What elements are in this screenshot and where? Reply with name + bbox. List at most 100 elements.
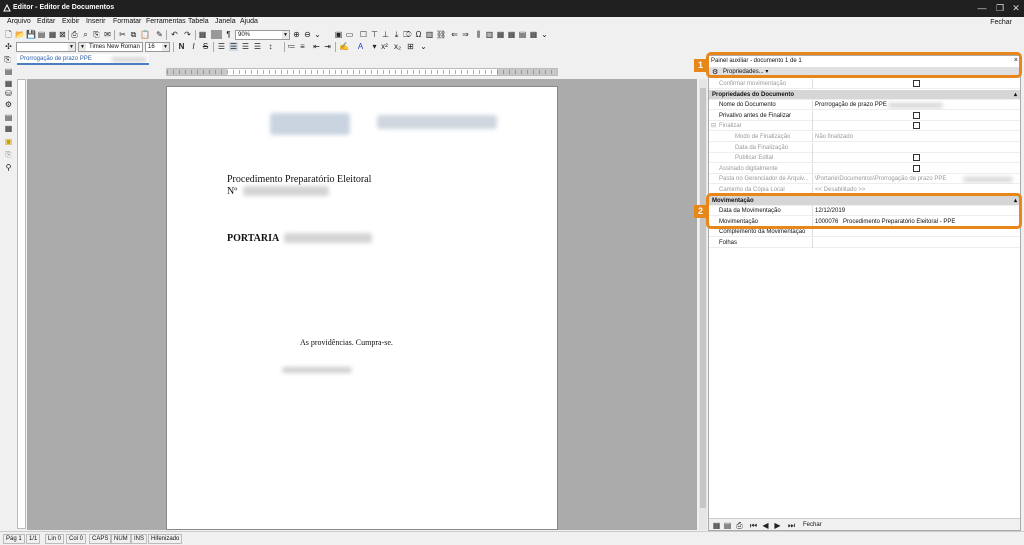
font-name-select[interactable]: ▼ Times New Roman <box>78 42 143 52</box>
menu-formatar[interactable]: Formatar <box>113 18 141 25</box>
doc-tool-icon[interactable]: ▤ <box>4 67 13 76</box>
frame-icon[interactable]: ☐ <box>359 30 368 39</box>
footer-icon[interactable]: ⊥ <box>381 30 390 39</box>
last-page-icon[interactable]: ⏭ <box>787 521 796 530</box>
document-page[interactable]: Procedimento Preparatório Eleitoral Nº P… <box>166 86 558 530</box>
color-box-icon[interactable] <box>211 30 222 39</box>
close-doc-icon[interactable]: ⊠ <box>58 30 67 39</box>
send-icon[interactable]: ✉ <box>103 30 112 39</box>
bold-button[interactable]: N <box>177 42 186 51</box>
table-icon[interactable]: ▦ <box>198 30 207 39</box>
print-preview-icon[interactable]: ⌕ <box>81 30 90 39</box>
border-icon[interactable]: ⊞ <box>406 42 415 51</box>
list-icon[interactable]: ▤ <box>723 521 732 530</box>
section-toggle-icon[interactable]: ▴ <box>1014 90 1017 100</box>
fechar-link[interactable]: Fechar <box>990 19 1012 26</box>
merge-icon[interactable]: ▥ <box>485 30 494 39</box>
save-all-icon[interactable]: ▤ <box>37 30 46 39</box>
property-value[interactable]: Não finalizado <box>812 132 1018 142</box>
properties-icon[interactable]: ▦ <box>48 30 57 39</box>
style-select[interactable]: ▼ <box>16 42 76 52</box>
format-painter-icon[interactable]: ✎ <box>155 30 164 39</box>
new-document-icon[interactable]: 🗋 <box>4 30 13 39</box>
font-color-icon[interactable]: A <box>356 42 365 51</box>
sort-icon[interactable]: ▤ <box>518 30 527 39</box>
next-page-icon[interactable]: ▶ <box>773 521 782 530</box>
copy-icon[interactable]: ⧉ <box>129 30 138 39</box>
property-value[interactable]: \Portarie\Documentos\Prorrogação de praz… <box>812 174 1018 185</box>
property-checkbox-cell[interactable] <box>812 121 1018 132</box>
camera-icon[interactable]: ⎙ <box>735 521 744 530</box>
property-value[interactable] <box>812 142 1018 153</box>
align-left-icon[interactable]: ☰ <box>217 42 226 51</box>
scrollbar-thumb[interactable] <box>700 88 706 508</box>
redo-icon[interactable]: ↷ <box>183 30 192 39</box>
font-color-dropdown-icon[interactable]: ▾ <box>370 42 379 51</box>
print-icon[interactable]: ⎙ <box>70 30 79 39</box>
close-window-icon[interactable]: ✕ <box>1008 2 1024 14</box>
menu-arquivo[interactable]: Arquivo <box>7 18 31 25</box>
toolbar-overflow-icon[interactable]: ⌄ <box>313 30 322 39</box>
property-section[interactable]: Propriedades do Documento ▴ <box>709 89 1020 100</box>
doc-tool-icon[interactable]: ⚙ <box>4 100 13 109</box>
highlight-color-icon[interactable]: ✍ <box>339 42 349 51</box>
header-icon[interactable]: ⊤ <box>370 30 379 39</box>
toolbar-overflow-icon[interactable]: ⌄ <box>419 42 428 51</box>
strike-button[interactable]: S <box>201 42 210 51</box>
menu-exibir[interactable]: Exibir <box>62 18 80 25</box>
superscript-icon[interactable]: x² <box>380 42 389 51</box>
zoom-out-icon[interactable]: ⊖ <box>303 30 312 39</box>
date-icon[interactable]: ▥ <box>425 30 434 39</box>
doc-tool-icon[interactable]: ▦ <box>4 124 13 133</box>
property-checkbox-cell[interactable] <box>812 163 1018 174</box>
table-props-icon[interactable]: ▦ <box>507 30 516 39</box>
doc-tool-icon[interactable]: ▦ <box>4 79 13 88</box>
justify-icon[interactable]: ☰ <box>253 42 262 51</box>
page-break-icon[interactable]: ⤓ <box>392 30 401 39</box>
pilcrow-icon[interactable]: ¶ <box>224 30 233 39</box>
property-value[interactable]: Prorrogação de prazo PPE <box>812 100 1018 111</box>
zoom-in-icon[interactable]: ⊕ <box>292 30 301 39</box>
doc-tool-icon[interactable]: ⎘ <box>4 150 13 159</box>
numbered-list-icon[interactable]: ≔ <box>287 42 296 51</box>
grid-icon[interactable]: ▦ <box>712 521 721 530</box>
doc-tool-icon[interactable]: ▤ <box>4 113 13 122</box>
image-icon[interactable]: ▣ <box>334 30 343 39</box>
property-checkbox[interactable] <box>913 111 920 119</box>
property-checkbox-cell[interactable] <box>812 79 1018 89</box>
menu-inserir[interactable]: Inserir <box>86 18 105 25</box>
menu-ferramentas[interactable]: Ferramentas <box>146 18 186 25</box>
grid-icon[interactable]: ▦ <box>529 30 538 39</box>
font-size-select[interactable]: 16 ▼ <box>145 42 170 52</box>
property-checkbox[interactable] <box>913 164 920 172</box>
zoom-select[interactable]: 90% ▼ <box>235 30 290 40</box>
horizontal-ruler[interactable] <box>166 68 558 76</box>
document-scrollbar[interactable] <box>699 79 707 530</box>
maximize-icon[interactable]: ❐ <box>992 2 1008 14</box>
property-value[interactable] <box>812 238 1018 248</box>
line-spacing-icon[interactable]: ↕ <box>266 42 275 51</box>
lock-icon[interactable]: ▣ <box>4 137 13 146</box>
first-page-icon[interactable]: ⏮ <box>749 521 758 530</box>
bullet-list-icon[interactable]: ≡ <box>298 42 307 51</box>
export-icon[interactable]: ⎘ <box>92 30 101 39</box>
columns-icon[interactable]: ⫼ <box>474 30 483 39</box>
minimize-icon[interactable]: — <box>974 2 990 14</box>
paste-icon[interactable]: 📋 <box>140 30 150 39</box>
cut-icon[interactable]: ✂ <box>118 30 127 39</box>
property-checkbox[interactable] <box>913 122 920 130</box>
increase-indent-icon[interactable]: ⇥ <box>323 42 332 51</box>
toolbar-overflow-icon[interactable]: ⌄ <box>540 30 549 39</box>
undo-icon[interactable]: ↶ <box>170 30 179 39</box>
prev-page-icon[interactable]: ◀ <box>761 521 770 530</box>
italic-button[interactable]: I <box>189 42 198 51</box>
split-icon[interactable]: ▦ <box>496 30 505 39</box>
panel-fechar-button[interactable]: Fechar <box>803 519 822 531</box>
textbox-icon[interactable]: ▭ <box>345 30 354 39</box>
menu-janela[interactable]: Janela <box>215 18 236 25</box>
arrow-right-icon[interactable]: ⇒ <box>461 30 470 39</box>
collapse-icon[interactable]: ⊟ <box>711 121 716 131</box>
property-checkbox[interactable] <box>913 154 920 162</box>
tab-pin-icon[interactable]: ⎘ <box>3 55 12 64</box>
doc-tool-icon[interactable]: ⛁ <box>4 89 13 98</box>
